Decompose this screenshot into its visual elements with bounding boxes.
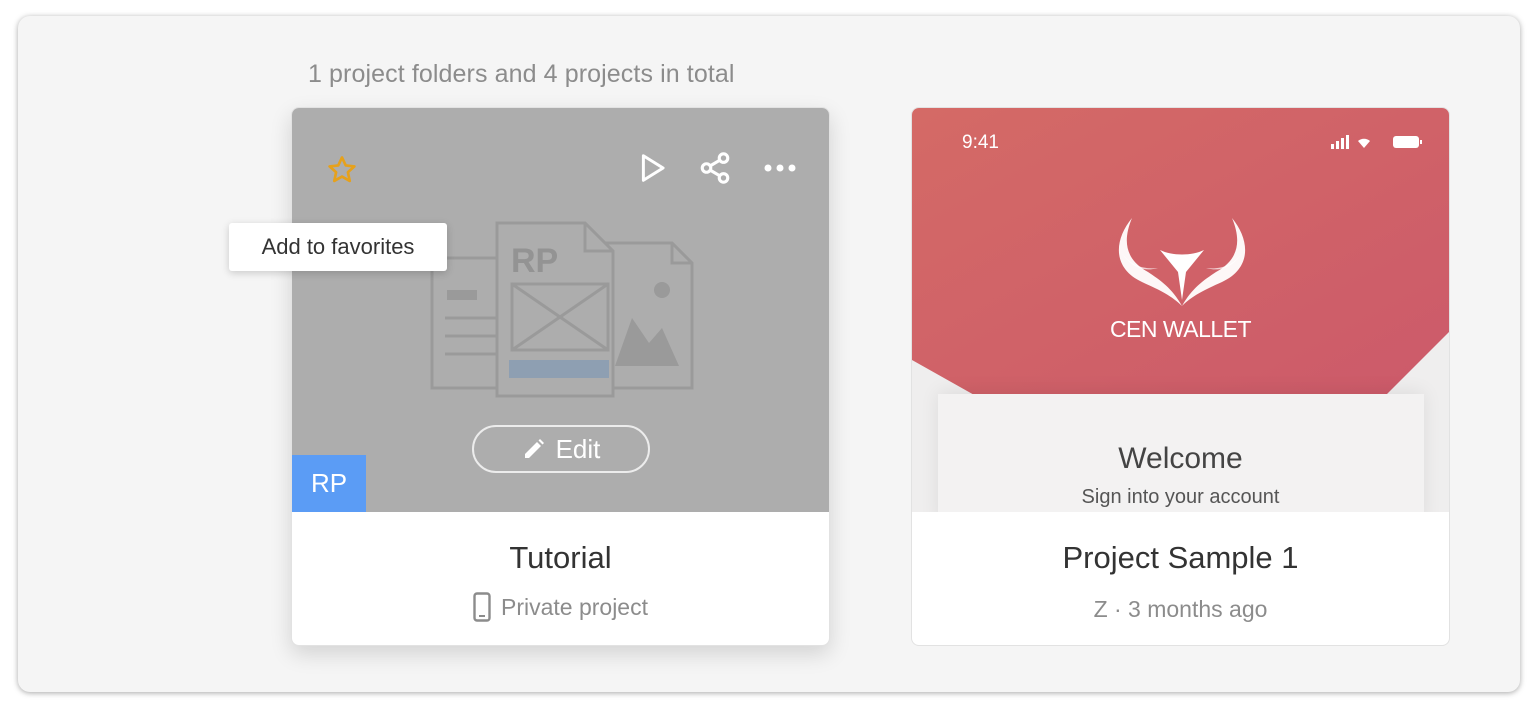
phone-icon xyxy=(473,592,491,622)
edit-button[interactable]: Edit xyxy=(472,425,650,473)
tutorial-illustration xyxy=(430,221,694,398)
more-button[interactable] xyxy=(760,148,800,188)
share-button[interactable] xyxy=(695,148,735,188)
edit-label: Edit xyxy=(555,433,601,464)
project-visibility: Private project xyxy=(500,593,648,620)
play-icon xyxy=(641,154,665,182)
project-title: Tutorial xyxy=(509,540,612,575)
signin-text: Sign into your account xyxy=(1081,486,1280,508)
projects-summary: 1 project folders and 4 projects in tota… xyxy=(308,60,735,88)
play-button[interactable] xyxy=(632,148,672,188)
favorite-star-button[interactable] xyxy=(322,150,362,190)
project-meta: Z · 3 months ago xyxy=(912,596,1449,623)
project-card-tutorial[interactable]: RP Edit RP Tutorial Private project xyxy=(291,107,830,646)
project-thumbnail[interactable]: RP Edit RP xyxy=(292,108,829,512)
favorites-tooltip: Add to favorites xyxy=(229,223,447,271)
project-thumbnail[interactable]: 9:41 CEN WALLET Welcome Sign into your a… xyxy=(912,108,1449,512)
status-icons xyxy=(1331,134,1427,155)
signal-wifi-battery-icon xyxy=(1331,135,1422,149)
app-name: CEN WALLET xyxy=(1109,316,1252,342)
project-title: Project Sample 1 xyxy=(1062,540,1299,575)
star-icon xyxy=(328,156,356,183)
project-subtitle: Private project xyxy=(292,592,829,622)
thumbnail-doc-label: RP xyxy=(511,242,559,280)
pencil-icon xyxy=(524,439,544,458)
project-owner-time: Z · 3 months ago xyxy=(1093,596,1268,622)
more-icon xyxy=(764,164,796,172)
project-card-sample-1[interactable]: 9:41 CEN WALLET Welcome Sign into your a… xyxy=(911,107,1450,646)
share-icon xyxy=(700,152,730,184)
status-time: 9:41 xyxy=(962,132,999,153)
project-info: Project Sample 1 Z · 3 months ago xyxy=(912,512,1449,645)
project-info: Tutorial Private project xyxy=(292,512,829,645)
welcome-heading: Welcome xyxy=(1118,442,1243,475)
antler-logo-icon xyxy=(1118,218,1246,306)
project-type-badge: RP xyxy=(292,455,366,512)
